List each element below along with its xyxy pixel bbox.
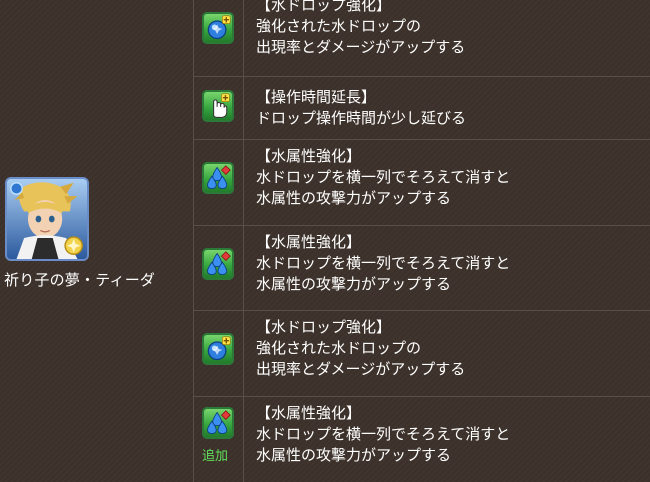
awakening-desc-line: 出現率とダメージがアップする — [256, 38, 466, 56]
monster-portrait-image — [7, 179, 87, 259]
awakening-title: 【操作時間延長】 — [256, 88, 377, 106]
awakening-desc-line: 水属性の攻撃力がアップする — [256, 446, 452, 464]
awakening-row: 【水ドロップ強化】 強化された水ドロップの 出現率とダメージがアップする — [194, 311, 650, 397]
awakening-text: 【水ドロップ強化】 強化された水ドロップの 出現率とダメージがアップする — [256, 0, 646, 58]
monster-portrait[interactable] — [5, 177, 89, 261]
awakening-row: 【操作時間延長】 ドロップ操作時間が少し延びる — [194, 77, 650, 140]
awakening-text: 【水ドロップ強化】 強化された水ドロップの 出現率とダメージがアップする — [256, 317, 646, 380]
water-row-enhance-icon[interactable] — [202, 248, 234, 280]
awakening-list: 【水ドロップ強化】 強化された水ドロップの 出現率とダメージがアップする 【操作… — [194, 0, 650, 482]
awakening-icon-cell: 追加 — [194, 397, 244, 482]
awakening-text: 【水属性強化】 水ドロップを横一列でそろえて消すと 水属性の攻撃力がアップする — [256, 232, 646, 295]
awakening-row: 【水ドロップ強化】 強化された水ドロップの 出現率とダメージがアップする — [194, 0, 650, 77]
awakening-title: 【水ドロップ強化】 — [256, 0, 392, 14]
awakening-row: 【水属性強化】 水ドロップを横一列でそろえて消すと 水属性の攻撃力がアップする — [194, 140, 650, 226]
awakening-desc-line: ドロップ操作時間が少し延びる — [256, 109, 467, 127]
awakening-title: 【水属性強化】 — [256, 404, 362, 422]
awakening-desc-line: 水ドロップを横一列でそろえて消すと — [256, 254, 511, 272]
awakening-title: 【水属性強化】 — [256, 233, 362, 251]
awakening-icon-cell — [194, 0, 244, 76]
monster-cell: 祈り子の夢・ティーダ — [0, 0, 194, 482]
awakening-text: 【水属性強化】 水ドロップを横一列でそろえて消すと 水属性の攻撃力がアップする — [256, 146, 646, 209]
awakening-desc-line: 水ドロップを横一列でそろえて消すと — [256, 425, 511, 443]
awakening-skill-table: 祈り子の夢・ティーダ 【水ドロップ強化】 強化された水ドロップの 出現率とダメー… — [0, 0, 650, 482]
added-badge: 追加 — [202, 449, 229, 464]
awakening-icon-cell — [194, 226, 244, 310]
awakening-desc-line: 出現率とダメージがアップする — [256, 360, 466, 378]
awakening-text: 【操作時間延長】 ドロップ操作時間が少し延びる — [256, 87, 646, 129]
awakening-row: 【水属性強化】 水ドロップを横一列でそろえて消すと 水属性の攻撃力がアップする — [194, 226, 650, 311]
awakening-title: 【水属性強化】 — [256, 147, 362, 165]
awakening-desc-line: 水ドロップを横一列でそろえて消すと — [256, 168, 511, 186]
water-row-enhance-icon[interactable] — [202, 407, 234, 439]
extend-time-icon[interactable] — [202, 90, 234, 122]
awakening-desc-line: 水属性の攻撃力がアップする — [256, 275, 452, 293]
water-row-enhance-icon[interactable] — [202, 162, 234, 194]
water-orb-enhance-icon[interactable] — [202, 333, 234, 365]
awakening-text: 【水属性強化】 水ドロップを横一列でそろえて消すと 水属性の攻撃力がアップする — [256, 403, 646, 466]
awakening-desc-line: 水属性の攻撃力がアップする — [256, 189, 452, 207]
water-orb-enhance-icon[interactable] — [202, 12, 234, 44]
awakening-icon-cell — [194, 140, 244, 225]
awakening-desc-line: 強化された水ドロップの — [256, 339, 422, 357]
awakening-row: 追加 【水属性強化】 水ドロップを横一列でそろえて消すと 水属性の攻撃力がアップ… — [194, 397, 650, 482]
awakening-title: 【水ドロップ強化】 — [256, 318, 392, 336]
awakening-icon-cell — [194, 311, 244, 396]
monster-name[interactable]: 祈り子の夢・ティーダ — [4, 270, 155, 290]
awakening-icon-cell — [194, 77, 244, 139]
awakening-desc-line: 強化された水ドロップの — [256, 17, 422, 35]
